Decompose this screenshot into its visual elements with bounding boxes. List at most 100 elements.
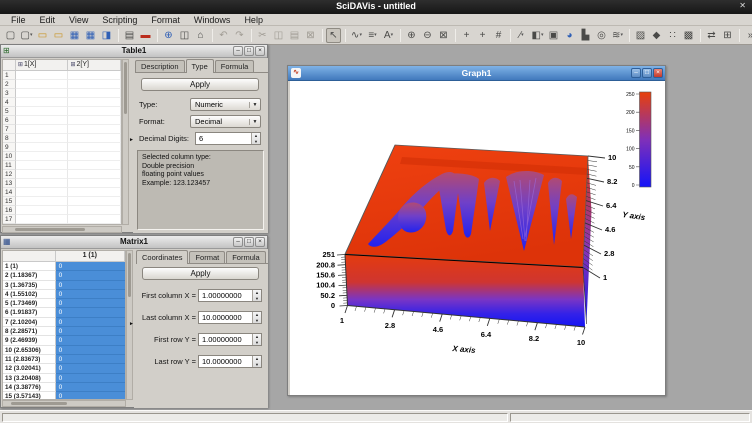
cut-icon[interactable]: ✂ <box>255 28 270 43</box>
draw-line-icon[interactable]: ∕▾ <box>514 28 529 43</box>
matrix-row-header[interactable]: 12 (3.02041) <box>3 364 56 373</box>
redo-icon[interactable]: ↷ <box>232 28 247 43</box>
last-row-y-spinbox[interactable]: 10.0000000 ▲▼ <box>198 355 262 368</box>
pie-plot-icon[interactable]: ◕ <box>562 28 577 43</box>
tab-formula[interactable]: Formula <box>226 251 266 263</box>
spin-down-icon[interactable]: ▼ <box>253 296 261 302</box>
add-image-icon[interactable]: ▣ <box>546 28 561 43</box>
close-button[interactable]: × <box>255 46 265 56</box>
row-header[interactable]: 2 <box>3 80 16 89</box>
column-header-y[interactable]: ⊞2[Y] <box>68 60 121 71</box>
print-icon[interactable]: ▤ <box>122 28 137 43</box>
window-close-icon[interactable]: ✕ <box>739 1 746 10</box>
table-cell[interactable] <box>68 152 121 161</box>
spin-down-icon[interactable]: ▼ <box>252 139 260 145</box>
matrix-cell[interactable]: 0 <box>56 327 125 336</box>
matrix-cell[interactable]: 0 <box>56 271 125 280</box>
table-cell[interactable] <box>16 197 69 206</box>
apply-button[interactable]: Apply <box>142 267 259 280</box>
table-cell[interactable] <box>16 89 69 98</box>
matrix-cell[interactable]: 0 <box>56 336 125 345</box>
table-cell[interactable] <box>68 71 121 80</box>
minimize-button[interactable]: – <box>233 46 243 56</box>
table-cell[interactable] <box>68 143 121 152</box>
table-cell[interactable] <box>68 215 121 224</box>
table-cell[interactable] <box>68 116 121 125</box>
row-header[interactable]: 17 <box>3 215 16 224</box>
table-cell[interactable] <box>68 98 121 107</box>
tab-description[interactable]: Description <box>135 60 185 72</box>
row-header[interactable]: 6 <box>3 116 16 125</box>
table-cell[interactable] <box>68 107 121 116</box>
select-range-icon[interactable]: + <box>475 28 490 43</box>
last-column-x-spinbox[interactable]: 10.0000000 ▲▼ <box>198 311 262 324</box>
row-header[interactable]: 10 <box>3 152 16 161</box>
menu-windows[interactable]: Windows <box>187 14 238 26</box>
matrix-row-header[interactable]: 14 (3.38776) <box>3 383 56 392</box>
graph-canvas[interactable]: 250 200 150 100 50 0 <box>290 81 665 395</box>
decimal-digits-spinbox[interactable]: 6 ▲▼ <box>195 132 261 145</box>
table-cell[interactable] <box>16 161 69 170</box>
matrix-cell[interactable]: 0 <box>56 355 125 364</box>
menu-format[interactable]: Format <box>144 14 187 26</box>
row-header[interactable]: 11 <box>3 161 16 170</box>
first-column-x-spinbox[interactable]: 1.00000000 ▲▼ <box>198 289 262 302</box>
bars-3d-icon[interactable]: ▩ <box>681 28 696 43</box>
curve-tool-icon[interactable]: ∿▾ <box>349 28 364 43</box>
table-cell[interactable] <box>68 179 121 188</box>
table1-titlebar[interactable]: ⊞ Table1 – □ × <box>1 45 267 58</box>
table-cell[interactable] <box>16 107 69 116</box>
scroll-thumb[interactable] <box>11 402 67 405</box>
append-project-icon[interactable]: ▦ <box>67 28 82 43</box>
matrix-row-header[interactable]: 2 (1.18367) <box>3 271 56 280</box>
table-cell[interactable] <box>16 152 69 161</box>
table-cell[interactable] <box>16 143 69 152</box>
table-vertical-scrollbar[interactable] <box>122 59 129 225</box>
table-horizontal-scrollbar[interactable] <box>2 226 122 233</box>
new-table-icon[interactable]: ⊞ <box>720 28 735 43</box>
menu-scripting[interactable]: Scripting <box>95 14 144 26</box>
minimize-button[interactable]: – <box>631 68 641 78</box>
matrix-row-header[interactable]: 5 (1.73469) <box>3 299 56 308</box>
spin-down-icon[interactable]: ▼ <box>253 340 261 346</box>
row-header[interactable]: 14 <box>3 188 16 197</box>
table-cell[interactable] <box>16 98 69 107</box>
first-row-y-spinbox[interactable]: 1.00000000 ▲▼ <box>198 333 262 346</box>
table-cell[interactable] <box>16 215 69 224</box>
bubble-plot-icon[interactable]: ◎ <box>594 28 609 43</box>
matrix-cell[interactable]: 0 <box>56 308 125 317</box>
fit-window-icon[interactable]: ⊠ <box>436 28 451 43</box>
add-text-icon[interactable]: A▾ <box>381 28 396 43</box>
menu-view[interactable]: View <box>62 14 95 26</box>
row-header[interactable]: 16 <box>3 206 16 215</box>
new-aspect-icon[interactable]: ▢▾ <box>19 28 34 43</box>
close-button[interactable]: × <box>653 68 663 78</box>
matrix-cell[interactable]: 0 <box>56 281 125 290</box>
scatter-3d-icon[interactable]: ∷ <box>665 28 680 43</box>
menu-edit[interactable]: Edit <box>33 14 63 26</box>
row-header[interactable]: 7 <box>3 125 16 134</box>
paste-icon[interactable]: ▤ <box>287 28 302 43</box>
matrix-cell[interactable]: 0 <box>56 346 125 355</box>
row-header[interactable]: 3 <box>3 89 16 98</box>
matrix-row-header[interactable]: 9 (2.46939) <box>3 336 56 345</box>
toolbar-overflow-icon[interactable]: » <box>743 28 752 43</box>
tab-coordinates[interactable]: Coordinates <box>136 250 188 264</box>
column-header-x[interactable]: ⊞1[X] <box>16 60 69 71</box>
table-cell[interactable] <box>16 188 69 197</box>
maximize-button[interactable]: □ <box>642 68 652 78</box>
undo-icon[interactable]: ↶ <box>216 28 231 43</box>
matrix-row-header[interactable]: 15 (3.57143) <box>3 392 56 400</box>
table-cell[interactable] <box>16 134 69 143</box>
matrix-row-header[interactable]: 10 (2.65306) <box>3 346 56 355</box>
vector-plot-icon[interactable]: ▙ <box>578 28 593 43</box>
minimize-button[interactable]: – <box>233 237 243 247</box>
matrix-cell[interactable]: 0 <box>56 262 125 271</box>
surface-3d-icon[interactable]: ▨ <box>633 28 648 43</box>
pointer-tool-icon[interactable]: ↖ <box>326 28 341 43</box>
table-cell[interactable] <box>16 179 69 188</box>
row-header[interactable]: 1 <box>3 71 16 80</box>
table-cell[interactable] <box>16 206 69 215</box>
matrix-row-header[interactable]: 11 (2.83673) <box>3 355 56 364</box>
table-cell[interactable] <box>68 161 121 170</box>
